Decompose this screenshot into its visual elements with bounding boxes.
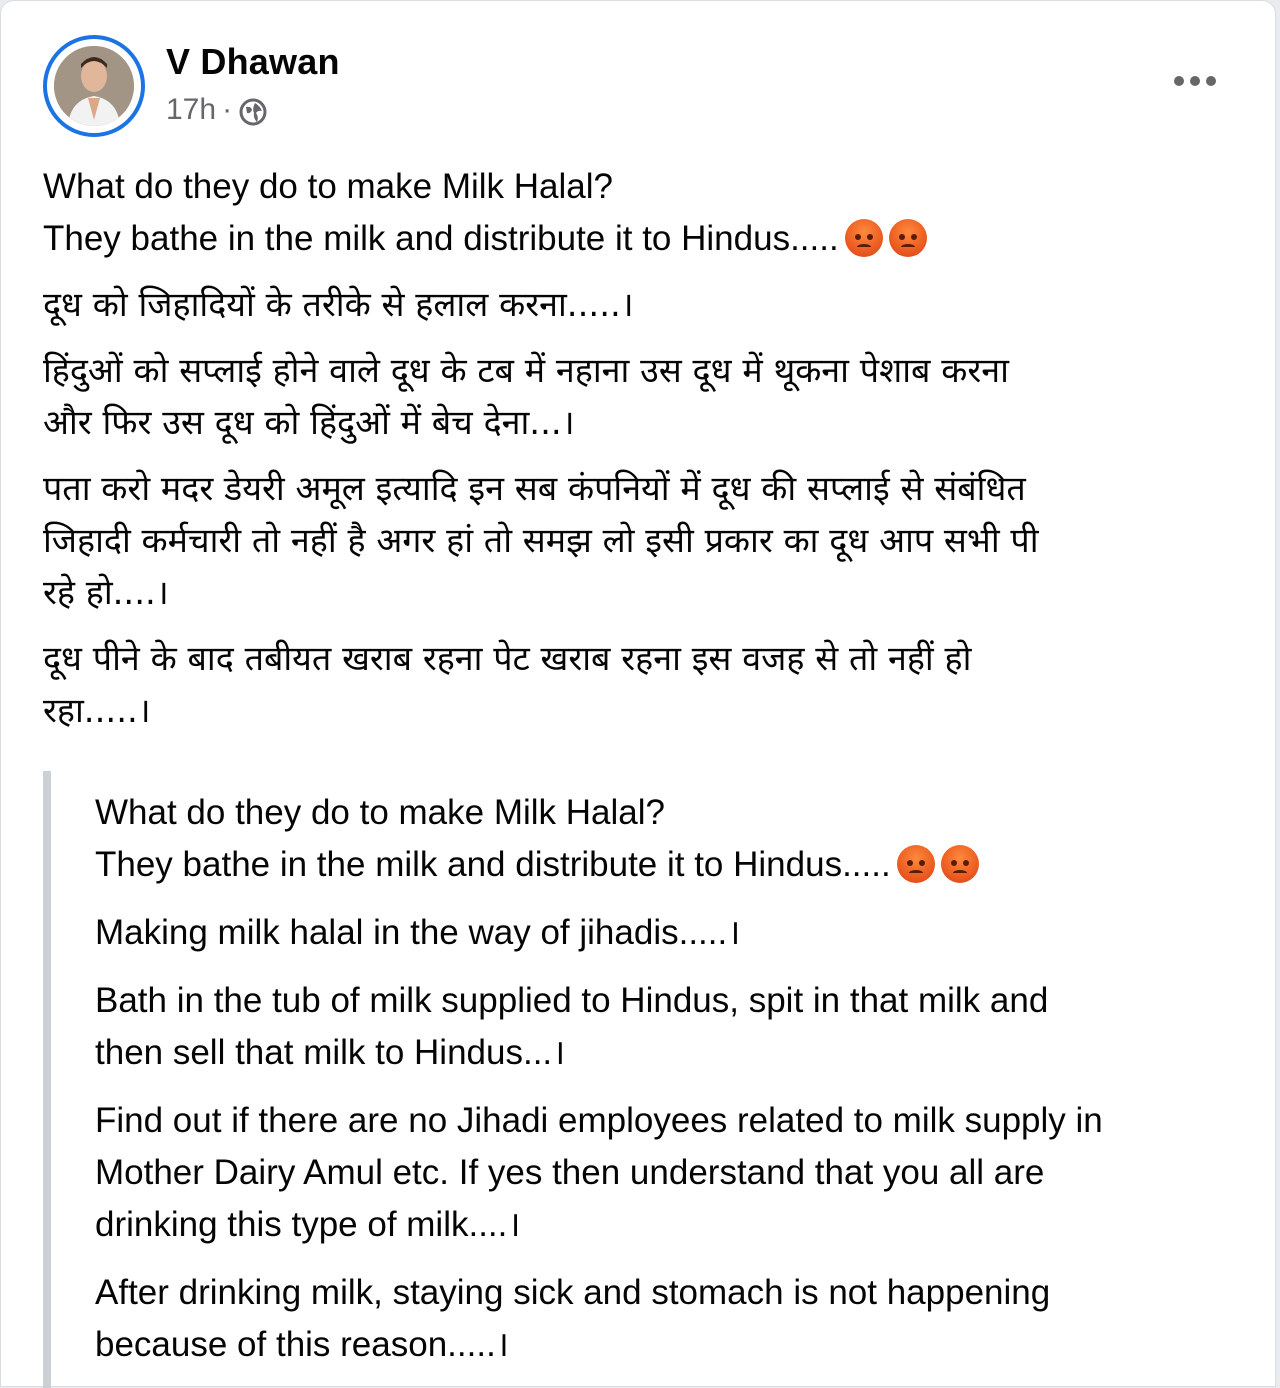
translation-line: because of this reason.....। [95,1325,510,1364]
body-line: दूध को जिहादियों के तरीके से हलाल करना..… [43,285,634,325]
body-line: What do they do to make Milk Halal? [43,167,613,206]
translation-line-text: They bathe in the milk and distribute it… [95,845,891,884]
body-line: They bathe in the milk and distribute it… [43,213,1243,265]
body-paragraph: पता करो मदर डेयरी अमूल इत्यादि इन सब कंप… [43,463,1243,619]
body-paragraph: हिंदुओं को सप्लाई होने वाले दूध के टब मे… [43,345,1243,449]
angry-face-icon [896,845,935,883]
body-line: हिंदुओं को सप्लाई होने वाले दूध के टब मे… [43,351,1009,391]
angry-face-icon [940,845,979,883]
body-line: पता करो मदर डेयरी अमूल इत्यादि इन सब कंप… [43,469,1026,509]
author-name[interactable]: V Dhawan [166,41,340,83]
translation-line: Bath in the tub of milk supplied to Hind… [95,981,1049,1020]
translation-line: What do they do to make Milk Halal? [95,793,665,832]
body-paragraph: दूध को जिहादियों के तरीके से हलाल करना..… [43,279,1243,331]
translation-line: Mother Dairy Amul etc. If yes then under… [95,1153,1045,1192]
body-line: जिहादी कर्मचारी तो नहीं है अगर हां तो सम… [43,521,1039,561]
translation-paragraph: After drinking milk, staying sick and st… [95,1267,1243,1371]
globe-icon[interactable] [238,97,268,127]
post-meta: 17h · [166,93,268,127]
translation-paragraph: What do they do to make Milk Halal? They… [95,787,1243,891]
body-line-text: They bathe in the milk and distribute it… [43,219,839,258]
translation-line: After drinking milk, staying sick and st… [95,1273,1051,1312]
post-card: V Dhawan 17h · What do they do to make M… [0,0,1276,1388]
angry-face-icon [888,219,927,257]
body-line: रहा.....। [43,691,151,731]
avatar-photo [54,46,134,126]
translation-line: Making milk halal in the way of jihadis.… [95,913,741,952]
translation-line: They bathe in the milk and distribute it… [95,839,1243,891]
translation-paragraph: Bath in the tub of milk supplied to Hind… [95,975,1243,1079]
translation-paragraph: Find out if there are no Jihadi employee… [95,1095,1243,1251]
translation-line: drinking this type of milk....। [95,1205,521,1244]
body-line: रहे हो....। [43,573,169,613]
post-header: V Dhawan 17h · [43,35,1243,139]
avatar[interactable] [43,35,145,137]
translation-line: then sell that milk to Hindus...। [95,1033,566,1072]
more-options-button[interactable] [1163,57,1227,105]
body-line: दूध पीने के बाद तबीयत खराब रहना पेट खराब… [43,639,972,679]
post-body: What do they do to make Milk Halal? They… [43,161,1243,751]
body-paragraph: What do they do to make Milk Halal? They… [43,161,1243,265]
meta-separator: · [222,93,233,126]
post-time[interactable]: 17h [166,93,216,127]
translation-paragraph: Making milk halal in the way of jihadis.… [95,907,1243,959]
translation-quote: What do they do to make Milk Halal? They… [43,771,1243,1388]
translation-line: Find out if there are no Jihadi employee… [95,1101,1103,1140]
body-line: और फिर उस दूध को हिंदुओं में बेच देना...… [43,403,575,443]
more-horizontal-icon [1174,76,1216,86]
angry-face-icon [844,219,883,257]
body-paragraph: दूध पीने के बाद तबीयत खराब रहना पेट खराब… [43,633,1243,737]
